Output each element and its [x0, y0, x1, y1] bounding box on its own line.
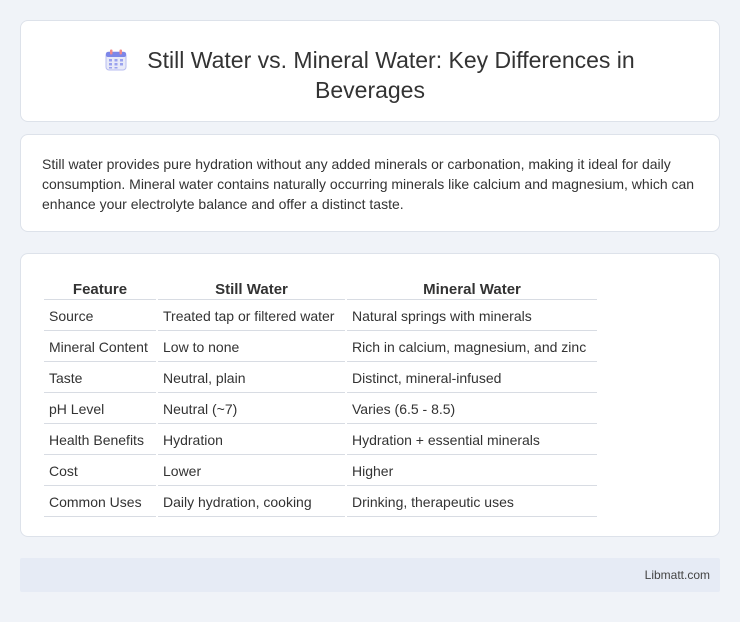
column-header-feature: Feature: [44, 276, 156, 300]
table-row: Taste Neutral, plain Distinct, mineral-i…: [44, 364, 597, 393]
cell-mineral-water: Rich in calcium, magnesium, and zinc: [347, 333, 597, 362]
cell-still-water: Hydration: [158, 426, 345, 455]
cell-feature: Cost: [44, 457, 156, 486]
header-card: Still Water vs. Mineral Water: Key Diffe…: [20, 20, 720, 122]
footer-bar: Libmatt.com: [20, 558, 720, 592]
footer-site-link[interactable]: Libmatt.com: [645, 568, 710, 582]
cell-feature: Source: [44, 302, 156, 331]
calendar-icon: [105, 49, 127, 71]
cell-feature: Common Uses: [44, 488, 156, 517]
comparison-card: Feature Still Water Mineral Water Source…: [20, 253, 720, 537]
table-row: Cost Lower Higher: [44, 457, 597, 486]
cell-still-water: Treated tap or filtered water: [158, 302, 345, 331]
cell-feature: pH Level: [44, 395, 156, 424]
table-row: Common Uses Daily hydration, cooking Dri…: [44, 488, 597, 517]
cell-still-water: Lower: [158, 457, 345, 486]
cell-still-water: Low to none: [158, 333, 345, 362]
table-row: pH Level Neutral (~7) Varies (6.5 - 8.5): [44, 395, 597, 424]
comparison-table: Feature Still Water Mineral Water Source…: [42, 274, 599, 519]
table-row: Mineral Content Low to none Rich in calc…: [44, 333, 597, 362]
intro-paragraph: Still water provides pure hydration with…: [42, 156, 695, 212]
cell-feature: Taste: [44, 364, 156, 393]
column-header-mineral-water: Mineral Water: [347, 276, 597, 300]
page-title: Still Water vs. Mineral Water: Key Diffe…: [147, 47, 635, 103]
page-title-container: Still Water vs. Mineral Water: Key Diffe…: [21, 45, 719, 105]
table-row: Health Benefits Hydration Hydration + es…: [44, 426, 597, 455]
cell-still-water: Neutral (~7): [158, 395, 345, 424]
cell-mineral-water: Distinct, mineral-infused: [347, 364, 597, 393]
table-header-row: Feature Still Water Mineral Water: [44, 276, 597, 300]
column-header-still-water: Still Water: [158, 276, 345, 300]
cell-feature: Mineral Content: [44, 333, 156, 362]
cell-feature: Health Benefits: [44, 426, 156, 455]
cell-mineral-water: Higher: [347, 457, 597, 486]
intro-card: Still water provides pure hydration with…: [20, 134, 720, 232]
cell-mineral-water: Natural springs with minerals: [347, 302, 597, 331]
cell-still-water: Daily hydration, cooking: [158, 488, 345, 517]
cell-still-water: Neutral, plain: [158, 364, 345, 393]
table-row: Source Treated tap or filtered water Nat…: [44, 302, 597, 331]
cell-mineral-water: Varies (6.5 - 8.5): [347, 395, 597, 424]
cell-mineral-water: Drinking, therapeutic uses: [347, 488, 597, 517]
cell-mineral-water: Hydration + essential minerals: [347, 426, 597, 455]
